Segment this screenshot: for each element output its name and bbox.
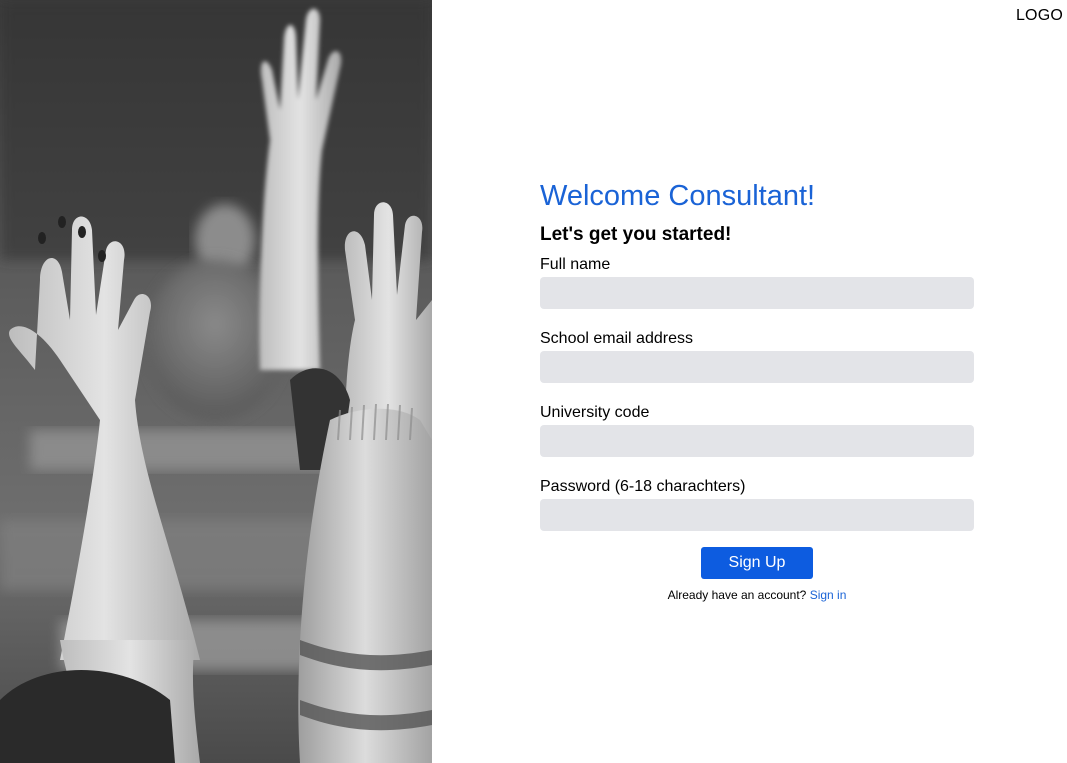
password-label: Password (6-18 charachters) — [540, 478, 746, 495]
email-field-group: School email address — [540, 329, 974, 383]
form-actions: Sign Up — [540, 547, 974, 579]
signin-prompt-line: Already have an account? Sign in — [540, 588, 974, 602]
signup-page: LOGO Welcome Consultant! Let's get you s… — [0, 0, 1067, 763]
email-input[interactable] — [540, 351, 974, 383]
page-subtitle: Let's get you started! — [540, 224, 732, 245]
sign-in-link[interactable]: Sign in — [810, 588, 847, 602]
email-label: School email address — [540, 330, 693, 347]
classroom-photo-image — [0, 0, 432, 763]
signup-panel: LOGO Welcome Consultant! Let's get you s… — [432, 0, 1067, 763]
full-name-input[interactable] — [540, 277, 974, 309]
sign-up-button[interactable]: Sign Up — [701, 547, 813, 579]
university-code-input[interactable] — [540, 425, 974, 457]
page-title: Welcome Consultant! — [540, 180, 816, 212]
university-code-field-group: University code — [540, 403, 974, 457]
signup-form: Welcome Consultant! Let's get you starte… — [540, 178, 974, 602]
signin-prompt-text: Already have an account? — [667, 588, 807, 602]
university-code-label: University code — [540, 404, 650, 421]
logo: LOGO — [1015, 7, 1063, 24]
password-field-group: Password (6-18 charachters) — [540, 477, 974, 531]
full-name-label: Full name — [540, 256, 611, 273]
hero-photo — [0, 0, 432, 763]
password-input[interactable] — [540, 499, 974, 531]
full-name-field-group: Full name — [540, 255, 974, 309]
